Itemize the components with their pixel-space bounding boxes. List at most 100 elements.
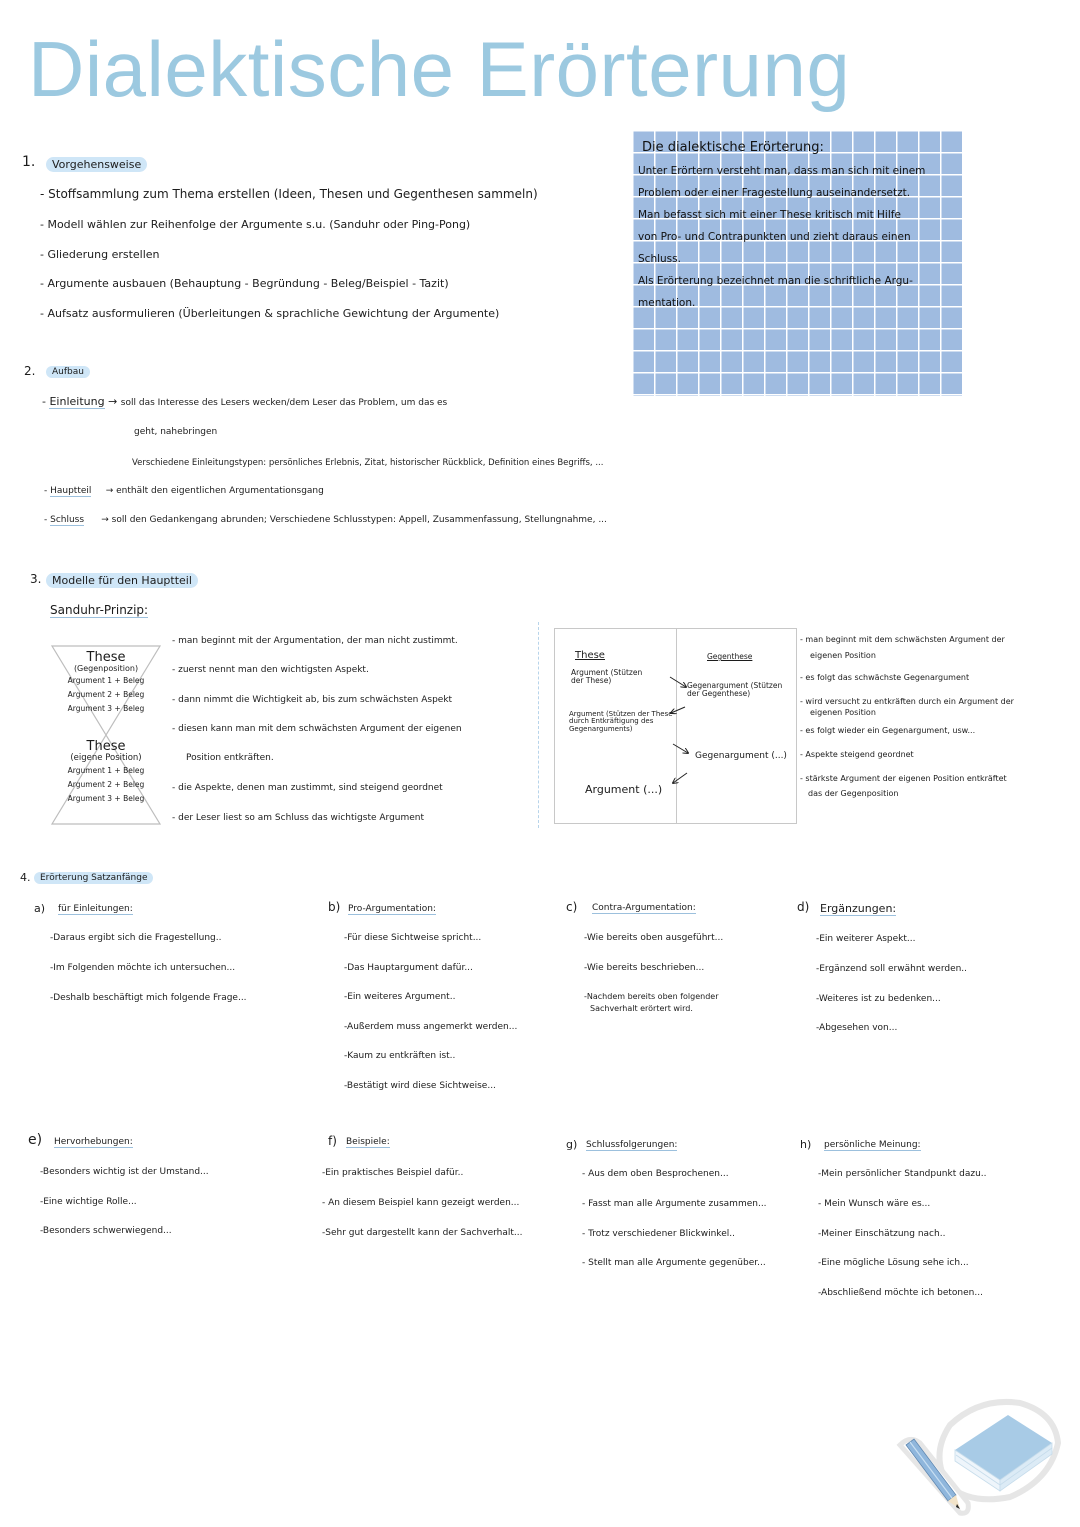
phrase: - Mein Wunsch wäre es... bbox=[818, 1199, 931, 1209]
section1-number: 1. bbox=[22, 154, 36, 170]
argument-label: Argument 1 + Beleg bbox=[67, 676, 145, 686]
definition-box: Die dialektische Erörterung: Unter Erört… bbox=[632, 130, 962, 396]
arrow-icon: → bbox=[108, 395, 118, 408]
section3-heading: Modelle für den Hauptteil bbox=[46, 573, 198, 588]
group-letter: c) bbox=[566, 900, 578, 914]
phrase: -Sehr gut dargestellt kann der Sachverha… bbox=[322, 1228, 523, 1238]
hauptteil-text: enthält den eigentlichen Argumentationsg… bbox=[116, 486, 324, 496]
sanduhr-note: - diesen kann man mit dem schwächsten Ar… bbox=[172, 724, 462, 734]
phrase: -Eine wichtige Rolle... bbox=[40, 1197, 137, 1207]
pingpong-note: - es folgt das schwächste Gegenargument bbox=[800, 673, 970, 682]
phrase: -Daraus ergibt sich die Fragestellung.. bbox=[50, 933, 222, 943]
sanduhr-note: Position entkräften. bbox=[186, 753, 274, 763]
group-title: für Einleitungen: bbox=[58, 904, 133, 915]
sanduhr-note: - zuerst nennt man den wichtigsten Aspek… bbox=[172, 665, 369, 675]
phrase: -Nachdem bereits oben folgender bbox=[584, 992, 719, 1001]
phrase: -Meiner Einschätzung nach.. bbox=[818, 1229, 946, 1239]
phrase: -Weiteres ist zu bedenken... bbox=[816, 994, 941, 1004]
phrase: -Ein weiteres Argument.. bbox=[344, 992, 456, 1002]
phrase: - Aus dem oben Besprochenen... bbox=[582, 1169, 729, 1179]
definition-line: mentation. bbox=[638, 297, 696, 309]
argument-label: Argument 1 + Beleg bbox=[67, 765, 145, 775]
phrase: -Im Folgenden möchte ich untersuchen... bbox=[50, 963, 236, 973]
einleitung-text: soll das Interesse des Lesers wecken/dem… bbox=[120, 398, 448, 408]
pingpong-note: - man beginnt mit dem schwächsten Argume… bbox=[800, 635, 1005, 644]
einleitung-row: - Einleitung → soll das Interesse des Le… bbox=[42, 395, 448, 409]
sanduhr-note: - dann nimmt die Wichtigkeit ab, bis zum… bbox=[172, 695, 453, 705]
definition-line: Unter Erörtern versteht man, dass man si… bbox=[638, 165, 926, 177]
pingpong-note: das der Gegenposition bbox=[808, 789, 899, 798]
arrows bbox=[555, 676, 798, 825]
phrase: -Ergänzend soll erwähnt werden.. bbox=[816, 964, 968, 974]
phrase: -Abschließend möchte ich betonen... bbox=[818, 1288, 983, 1298]
phrase: -Besonders wichtig ist der Umstand... bbox=[40, 1167, 209, 1177]
arrow-icon: → bbox=[105, 486, 114, 496]
einleitung-label: Einleitung bbox=[49, 395, 105, 409]
phrase: -Ein praktisches Beispiel dafür.. bbox=[322, 1168, 464, 1178]
phrase: Sachverhalt erörtert wird. bbox=[590, 1004, 693, 1013]
phrase: -Abgesehen von... bbox=[816, 1023, 898, 1033]
pingpong-diagram: These Gegenthese Argument (Stützen der T… bbox=[554, 628, 797, 824]
group-letter: b) bbox=[328, 900, 341, 914]
hourglass-top: These (Gegenposition) Argument 1 + Beleg… bbox=[50, 650, 162, 713]
group-letter: h) bbox=[800, 1138, 812, 1151]
phrase: -Bestätigt wird diese Sichtweise... bbox=[344, 1081, 496, 1091]
argument-label: Argument 3 + Beleg bbox=[67, 793, 145, 803]
group-letter: g) bbox=[566, 1138, 578, 1151]
section1-heading: Vorgehensweise bbox=[46, 157, 148, 172]
group-title: Schlussfolgerungen: bbox=[586, 1140, 678, 1151]
hauptteil-label: Hauptteil bbox=[50, 486, 92, 497]
phrase: -Wie bereits beschrieben... bbox=[584, 963, 705, 973]
position-label: (Gegenposition) bbox=[73, 664, 139, 673]
page-title: Dialektische Erörterung bbox=[28, 25, 851, 113]
definition-line: Schluss. bbox=[638, 253, 681, 265]
definition-line: Man befasst sich mit einer These kritisc… bbox=[638, 209, 901, 221]
group-title: Contra-Argumentation: bbox=[592, 903, 696, 914]
schluss-label: Schluss bbox=[50, 515, 85, 526]
sanduhr-note: - man beginnt mit der Argumentation, der… bbox=[172, 636, 458, 646]
section4-number: 4. bbox=[20, 871, 31, 884]
argument-label: Argument 2 + Beleg bbox=[67, 690, 145, 700]
section3-number: 3. bbox=[30, 572, 42, 586]
definition-line: Problem oder einer Fragestellung auseina… bbox=[638, 187, 911, 199]
phrase: - Fasst man alle Argumente zusammen... bbox=[582, 1199, 767, 1209]
hauptteil-row: - Hauptteil → enthält den eigentlichen A… bbox=[44, 486, 324, 497]
argument-label: Argument 3 + Beleg bbox=[67, 704, 145, 714]
section1-item: - Gliederung erstellen bbox=[40, 248, 160, 261]
section1-item: - Argumente ausbauen (Behauptung - Begrü… bbox=[40, 277, 449, 290]
section2-number: 2. bbox=[24, 364, 36, 378]
divider bbox=[538, 622, 539, 828]
group-title: Hervorhebungen: bbox=[54, 1137, 133, 1148]
phrase: -Eine mögliche Lösung sehe ich... bbox=[818, 1258, 969, 1268]
argument-label: Argument 2 + Beleg bbox=[67, 779, 145, 789]
schluss-row: - Schluss → soll den Gedankengang abrund… bbox=[44, 515, 607, 526]
group-title: Pro-Argumentation: bbox=[348, 904, 436, 915]
position-label: (eigene Position) bbox=[70, 753, 142, 763]
arrow-icon bbox=[672, 743, 688, 753]
phrase: -Außerdem muss angemerkt werden... bbox=[344, 1022, 518, 1032]
sanduhr-title: Sanduhr-Prinzip: bbox=[50, 603, 149, 618]
schluss-text: soll den Gedankengang abrunden; Verschie… bbox=[111, 515, 607, 525]
arrow-icon bbox=[673, 772, 688, 783]
pingpong-note: eigenen Position bbox=[810, 708, 876, 717]
section1-item: - Stoffsammlung zum Thema erstellen (Ide… bbox=[40, 187, 538, 201]
section2-heading: Aufbau bbox=[46, 366, 90, 378]
sanduhr-note: - der Leser liest so am Schluss das wich… bbox=[172, 813, 425, 823]
pingpong-note: - es folgt wieder ein Gegenargument, usw… bbox=[800, 726, 976, 735]
phrase: -Für diese Sichtweise spricht... bbox=[344, 933, 482, 943]
sanduhr-note: - die Aspekte, denen man zustimmt, sind … bbox=[172, 783, 443, 793]
arrow-icon bbox=[669, 676, 686, 687]
phrase: - An diesem Beispiel kann gezeigt werden… bbox=[322, 1198, 520, 1208]
definition-heading: Die dialektische Erörterung: bbox=[642, 140, 824, 155]
phrase: - Trotz verschiedener Blickwinkel.. bbox=[582, 1229, 735, 1239]
phrase: -Das Hauptargument dafür... bbox=[344, 963, 473, 973]
arrow-icon bbox=[671, 706, 686, 713]
group-letter: d) bbox=[797, 900, 810, 914]
einleitung-text-cont: geht, nahebringen bbox=[134, 427, 218, 437]
group-title: Ergänzungen: bbox=[820, 902, 897, 916]
group-letter: a) bbox=[34, 902, 46, 915]
these-label: These bbox=[86, 739, 126, 754]
definition-line: Als Erörterung bezeichnet man die schrif… bbox=[638, 275, 913, 287]
phrase: -Kaum zu entkräften ist.. bbox=[344, 1051, 456, 1061]
phrase: -Wie bereits oben ausgeführt... bbox=[584, 933, 724, 943]
